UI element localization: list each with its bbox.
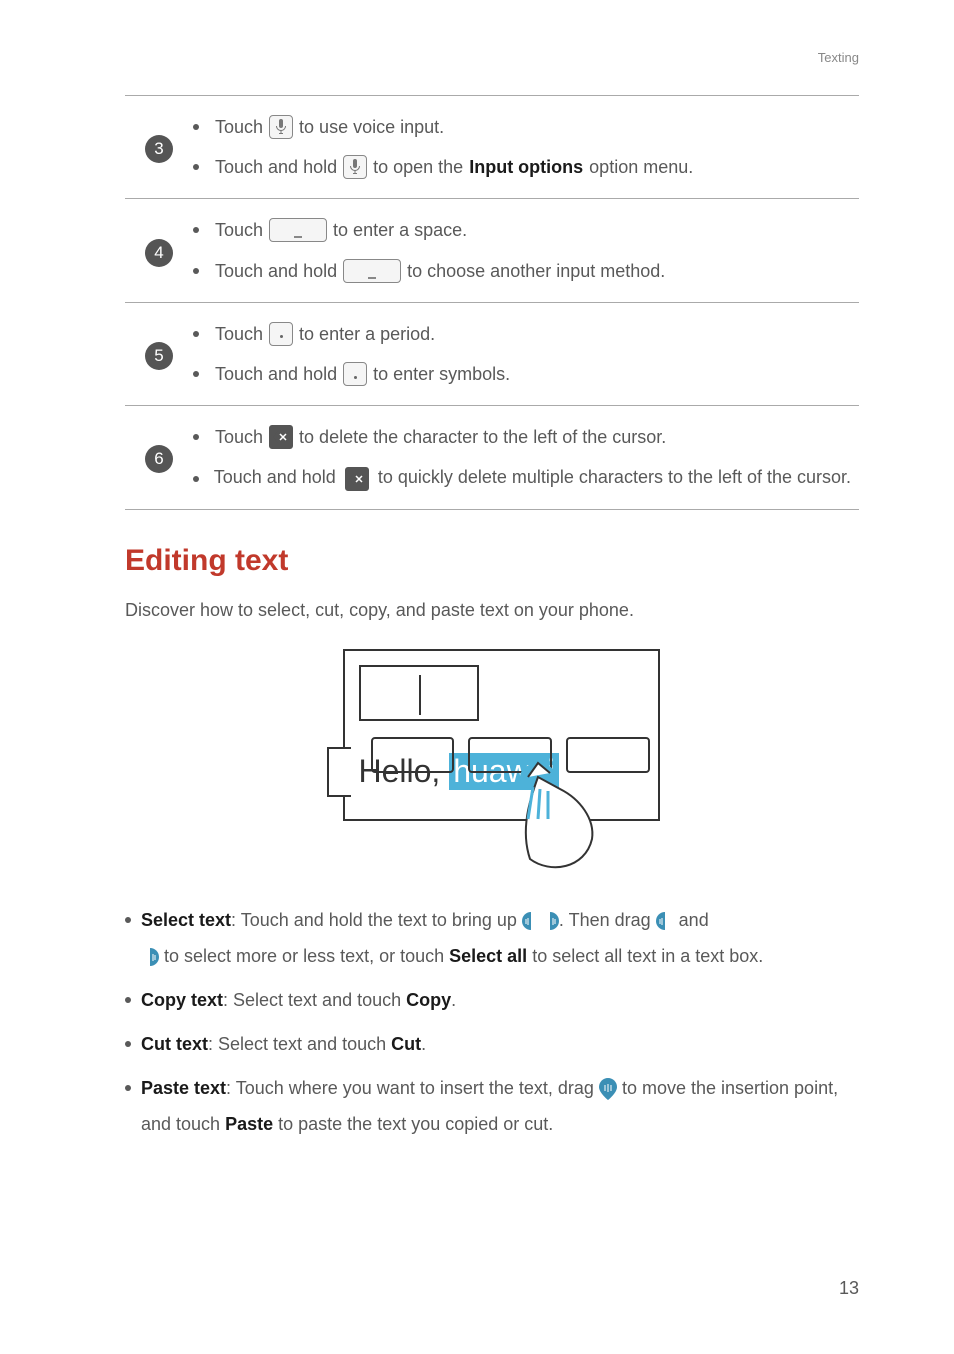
- text-fragment: to select all text in a text box.: [527, 946, 763, 966]
- bullet-dot: [125, 997, 131, 1003]
- text-fragment: : Touch where you want to insert the tex…: [226, 1078, 599, 1098]
- bullet-dot: [193, 227, 199, 233]
- step-badge: 5: [145, 342, 173, 370]
- period-key-icon: [343, 362, 367, 386]
- key: [371, 737, 455, 773]
- text-fragment: . Then drag: [559, 910, 656, 930]
- step-badge: 4: [145, 239, 173, 267]
- badge-column: 6: [125, 414, 193, 500]
- bullet-label: Select text: [141, 910, 231, 930]
- text-fragment: : Touch and hold the text to bring up: [231, 910, 522, 930]
- text-fragment: to quickly delete multiple characters to…: [378, 467, 851, 487]
- badge-column: 5: [125, 311, 193, 397]
- text-fragment: Touch and hold: [215, 357, 337, 391]
- bullet-dot: [193, 124, 199, 130]
- text-column: Touch to enter a period. Touch and hold …: [193, 311, 859, 397]
- text-fragment: Touch: [215, 420, 263, 454]
- step-badge: 3: [145, 135, 173, 163]
- bullet-line: Touch to enter a space.: [193, 213, 859, 247]
- text-fragment: : Select text and touch: [223, 990, 406, 1010]
- text-column: Touch to use voice input. Touch and hold…: [193, 104, 859, 190]
- text-fragment: Touch and hold: [214, 467, 341, 487]
- text-fragment: option menu.: [589, 150, 693, 184]
- text-fragment: and: [679, 910, 709, 930]
- bold-text: Paste: [225, 1114, 273, 1134]
- text-fragment: .: [421, 1034, 426, 1054]
- text-column: Touch to delete the character to the lef…: [193, 414, 859, 500]
- bold-text: Input options: [469, 150, 583, 184]
- page-header-section: Texting: [818, 50, 859, 65]
- text-fragment: to enter a space.: [333, 213, 467, 247]
- table-row: 4 Touch to enter a space. Touch and hold…: [125, 199, 859, 301]
- text-fragment: to select more or less text, or touch: [164, 946, 449, 966]
- bullet-line: Touch and hold to enter symbols.: [193, 357, 859, 391]
- badge-column: 4: [125, 207, 193, 293]
- text-fragment: to paste the text you copied or cut.: [273, 1114, 553, 1134]
- table-row: 6 Touch to delete the character to the l…: [125, 406, 859, 508]
- page-number: 13: [839, 1278, 859, 1299]
- divider: [125, 509, 859, 510]
- bold-text: Copy: [406, 990, 451, 1010]
- text-fragment: Touch and hold: [215, 254, 337, 288]
- text-fragment: to delete the character to the left of t…: [299, 420, 666, 454]
- hand-icon: [500, 759, 600, 874]
- bold-text: Select all: [449, 946, 527, 966]
- bullet-dot: [193, 371, 199, 377]
- handle-left-icon: [656, 912, 674, 930]
- mic-icon: [269, 115, 293, 139]
- text-fragment: Touch and hold: [215, 150, 337, 184]
- bullet-line: Touch and hold to open the Input options…: [193, 150, 859, 184]
- period-key-icon: [269, 322, 293, 346]
- text-fragment: Touch: [215, 317, 263, 351]
- text-column: Touch to enter a space. Touch and hold t…: [193, 207, 859, 293]
- insertion-handle-icon: [599, 1078, 617, 1100]
- bullet-dot: [125, 1041, 131, 1047]
- text-fragment: to choose another input method.: [407, 254, 665, 288]
- text-fragment: Touch: [215, 110, 263, 144]
- text-fragment: to use voice input.: [299, 110, 444, 144]
- main-content: 3 Touch to use voice input. Touch and ho…: [125, 95, 859, 1142]
- text-fragment: to enter symbols.: [373, 357, 510, 391]
- mic-icon: [343, 155, 367, 179]
- bullet-label: Cut text: [141, 1034, 208, 1054]
- list-item: Select text: Touch and hold the text to …: [125, 902, 859, 974]
- text-fragment: : Select text and touch: [208, 1034, 391, 1054]
- editor-popup: [359, 665, 479, 721]
- list-item: Paste text: Touch where you want to inse…: [125, 1070, 859, 1142]
- bullet-dot: [193, 476, 199, 482]
- bullet-dot: [193, 164, 199, 170]
- text-fragment: to open the: [373, 150, 463, 184]
- table-row: 3 Touch to use voice input. Touch and ho…: [125, 96, 859, 198]
- bullet-line: Touch and hold to choose another input m…: [193, 254, 859, 288]
- intro-paragraph: Discover how to select, cut, copy, and p…: [125, 600, 859, 621]
- bullet-label: Copy text: [141, 990, 223, 1010]
- bullet-dot: [193, 268, 199, 274]
- bullet-dot: [193, 434, 199, 440]
- bullet-label: Paste text: [141, 1078, 226, 1098]
- bullet-dot: [125, 1085, 131, 1091]
- text-fragment: Touch: [215, 213, 263, 247]
- text-fragment: to enter a period.: [299, 317, 435, 351]
- backspace-icon: [345, 467, 369, 491]
- figure-editing: Hello, huawei: [125, 649, 859, 874]
- backspace-icon: [269, 425, 293, 449]
- heading-editing-text: Editing text: [125, 544, 859, 578]
- bullet-dot: [125, 917, 131, 923]
- step-badge: 6: [145, 445, 173, 473]
- bullet-line: Touch to delete the character to the lef…: [193, 420, 859, 454]
- bold-text: Cut: [391, 1034, 421, 1054]
- text-fragment: .: [451, 990, 456, 1010]
- handle-right-icon: [141, 948, 159, 966]
- bullet-dot: [193, 331, 199, 337]
- bullet-line: Touch and hold to quickly delete multipl…: [193, 460, 859, 494]
- list-item: Copy text: Select text and touch Copy.: [125, 982, 859, 1018]
- table-row: 5 Touch to enter a period. Touch and hol…: [125, 303, 859, 405]
- bullet-line: Touch to use voice input.: [193, 110, 859, 144]
- spacebar-icon: [343, 259, 401, 283]
- bullet-line: Touch to enter a period.: [193, 317, 859, 351]
- badge-column: 3: [125, 104, 193, 190]
- spacebar-icon: [269, 218, 327, 242]
- list-item: Cut text: Select text and touch Cut.: [125, 1026, 859, 1062]
- handle-pair-icon: [522, 912, 559, 930]
